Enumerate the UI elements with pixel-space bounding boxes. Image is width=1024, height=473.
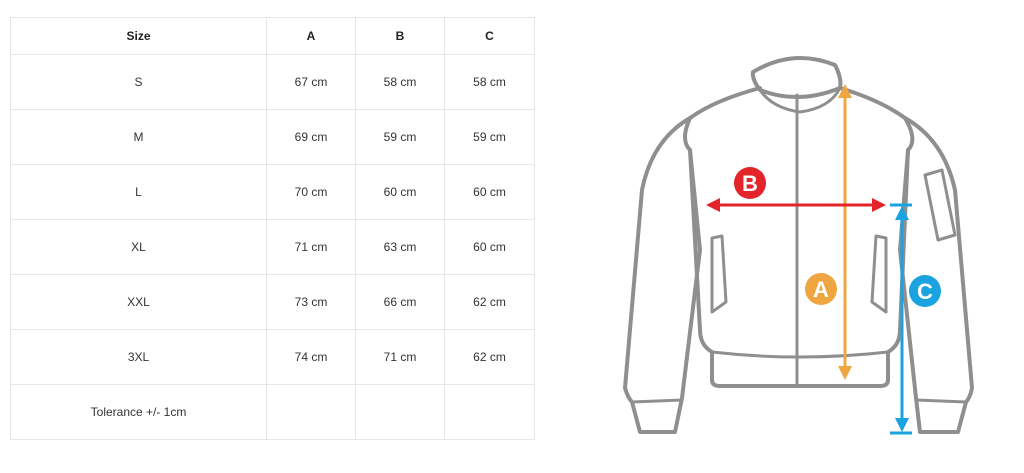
label-c-badge: C — [909, 275, 941, 307]
tolerance-row: Tolerance +/- 1cm — [10, 384, 535, 440]
header-a: A — [266, 17, 356, 55]
tolerance-note: Tolerance +/- 1cm — [10, 384, 267, 440]
empty-cell — [355, 384, 445, 440]
measure-c-cell: 58 cm — [444, 54, 535, 110]
measure-b-cell: 58 cm — [355, 54, 445, 110]
table-header-row: Size A B C — [10, 17, 535, 55]
measure-a-cell: 73 cm — [266, 274, 356, 330]
measure-b-cell: 59 cm — [355, 109, 445, 165]
measure-a-cell: 74 cm — [266, 329, 356, 385]
label-a-badge: A — [805, 273, 837, 305]
header-c: C — [444, 17, 535, 55]
size-cell: XL — [10, 219, 267, 275]
measure-c-cell: 60 cm — [444, 219, 535, 275]
measure-b-cell: 71 cm — [355, 329, 445, 385]
size-chart-table: Size A B C S 67 cm 58 cm 58 cm M 69 cm 5… — [10, 17, 535, 440]
table-row: L 70 cm 60 cm 60 cm — [10, 164, 535, 220]
label-a: A — [813, 277, 829, 302]
measure-a-arrow — [838, 84, 852, 380]
empty-cell — [444, 384, 535, 440]
measure-a-cell: 71 cm — [266, 219, 356, 275]
measure-c-cell: 62 cm — [444, 329, 535, 385]
table-row: S 67 cm 58 cm 58 cm — [10, 54, 535, 110]
measure-a-cell: 67 cm — [266, 54, 356, 110]
size-cell: 3XL — [10, 329, 267, 385]
empty-cell — [266, 384, 356, 440]
measure-c-cell: 59 cm — [444, 109, 535, 165]
jacket-outline — [623, 55, 974, 434]
table-row: 3XL 74 cm 71 cm 62 cm — [10, 329, 535, 385]
header-b: B — [355, 17, 445, 55]
measure-c-cell: 60 cm — [444, 164, 535, 220]
label-c: C — [917, 279, 933, 304]
measure-b-cell: 66 cm — [355, 274, 445, 330]
measure-c-cell: 62 cm — [444, 274, 535, 330]
size-cell: S — [10, 54, 267, 110]
measure-b-cell: 63 cm — [355, 219, 445, 275]
table-row: XXL 73 cm 66 cm 62 cm — [10, 274, 535, 330]
measure-b-cell: 60 cm — [355, 164, 445, 220]
measure-a-cell: 69 cm — [266, 109, 356, 165]
size-cell: L — [10, 164, 267, 220]
label-b-badge: B — [734, 167, 766, 199]
table-row: XL 71 cm 63 cm 60 cm — [10, 219, 535, 275]
header-size: Size — [10, 17, 267, 55]
table-row: M 69 cm 59 cm 59 cm — [10, 109, 535, 165]
label-b: B — [742, 171, 758, 196]
measure-a-cell: 70 cm — [266, 164, 356, 220]
jacket-measurement-diagram: A B C — [623, 55, 974, 435]
size-cell: XXL — [10, 274, 267, 330]
size-cell: M — [10, 109, 267, 165]
